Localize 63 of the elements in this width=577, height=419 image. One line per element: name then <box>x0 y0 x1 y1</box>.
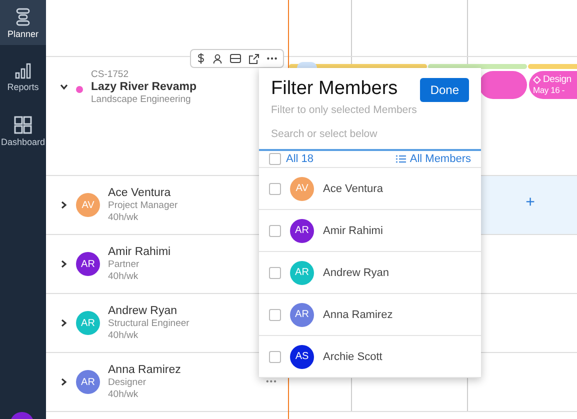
bar-label: Design <box>543 74 572 85</box>
avatar: AV <box>290 176 314 200</box>
dashboard-icon <box>14 116 32 134</box>
avatar: AR <box>76 252 100 276</box>
member-name: Ace Ventura <box>108 187 172 199</box>
member-role: Partner <box>108 259 140 270</box>
person-icon[interactable] <box>213 54 222 64</box>
chevron-icon[interactable] <box>60 319 68 327</box>
member-name[interactable]: Archie Scott <box>323 350 382 362</box>
more-icon[interactable] <box>267 57 277 60</box>
member-capacity: 40h/wk <box>108 212 140 223</box>
list-icon <box>396 155 406 163</box>
avatar: AR <box>76 311 100 335</box>
chevron-icon[interactable] <box>60 378 68 386</box>
avatar: AR <box>290 302 314 326</box>
avatar: AV <box>76 193 100 217</box>
checkbox[interactable] <box>269 350 281 362</box>
select-all-label[interactable]: All 18 <box>286 153 314 165</box>
view-toggle[interactable]: All Members <box>396 153 471 165</box>
dollar-icon[interactable] <box>197 53 205 64</box>
member-role: Designer <box>108 377 148 388</box>
checkbox[interactable] <box>269 308 281 320</box>
chevron-icon[interactable] <box>60 260 68 268</box>
avatar: AR <box>76 370 100 394</box>
popover-subtitle: Filter to only selected Members <box>270 103 418 116</box>
nav-item[interactable]: Planner <box>0 0 46 45</box>
project-client: Landscape Engineering <box>91 94 192 105</box>
search-field[interactable]: Search or select below <box>259 116 481 151</box>
member-role: Project Manager <box>108 200 178 211</box>
bar-chart-icon <box>15 63 31 79</box>
chevron-icon[interactable] <box>60 201 68 209</box>
project-code: CS-1752 <box>91 69 130 80</box>
member-capacity: 40h/wk <box>108 330 140 341</box>
member-name: Andrew Ryan <box>108 305 178 317</box>
checkbox[interactable] <box>269 224 281 236</box>
member-name: Anna Ramirez <box>108 364 181 376</box>
popover-title: Filter Members <box>271 78 398 101</box>
project-name: Lazy River Revamp <box>91 81 196 93</box>
member-capacity: 40h/wk <box>108 389 140 400</box>
checkbox[interactable] <box>269 266 281 278</box>
member-name[interactable]: Andrew Ryan <box>323 266 390 278</box>
nav-item[interactable]: Reports <box>0 55 46 98</box>
bar-date: May 16 - <box>533 85 566 95</box>
done-button[interactable]: Done <box>420 78 469 102</box>
checkbox[interactable] <box>269 182 281 194</box>
planner-icon <box>14 8 32 26</box>
external-link-icon[interactable] <box>249 54 259 64</box>
member-name[interactable]: Anna Ramirez <box>323 308 393 320</box>
chevron-icon[interactable] <box>60 83 68 91</box>
member-name[interactable]: Ace Ventura <box>323 182 383 194</box>
card-icon[interactable] <box>230 54 241 63</box>
member-role: Structural Engineer <box>108 318 190 329</box>
avatar: AS <box>290 344 314 368</box>
diamond-icon <box>533 76 541 84</box>
member-name: Amir Rahimi <box>108 246 171 258</box>
member-capacity: 40h/wk <box>108 271 140 282</box>
checkbox[interactable] <box>269 153 281 165</box>
member-name[interactable]: Amir Rahimi <box>323 224 383 236</box>
nav-item[interactable]: Dashboard <box>0 108 46 153</box>
schedule-bar[interactable] <box>479 71 527 99</box>
add-button[interactable]: + <box>526 194 535 212</box>
avatar: AR <box>290 260 314 284</box>
avatar: AR <box>290 218 314 242</box>
